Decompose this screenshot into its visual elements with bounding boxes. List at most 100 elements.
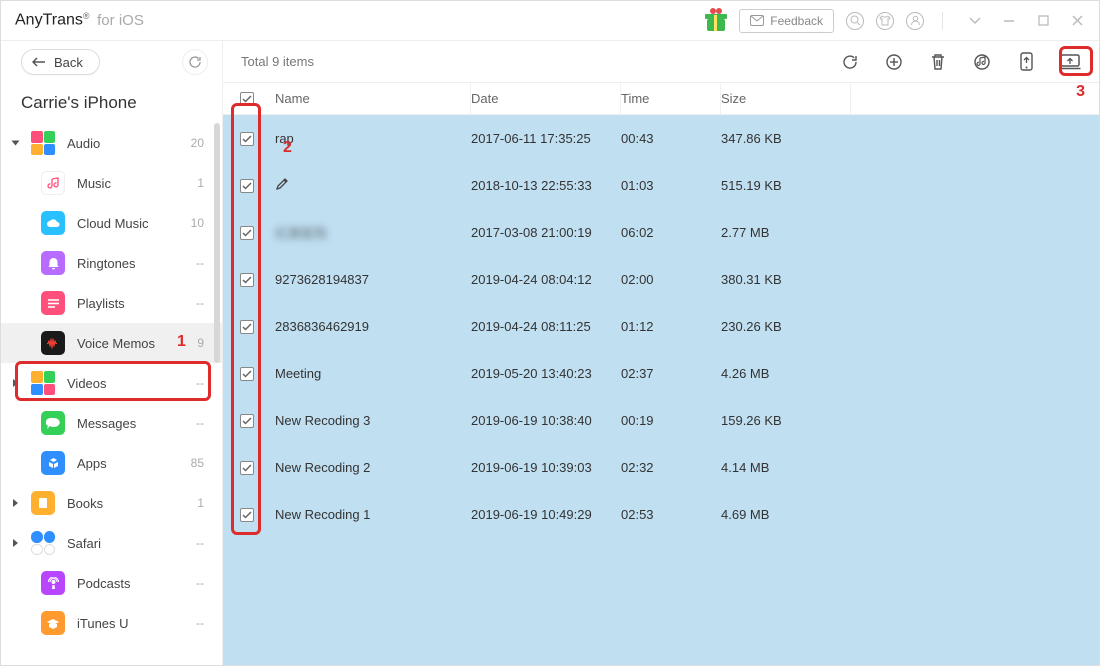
cell-time: 01:12 xyxy=(621,319,721,334)
cell-name: New Recoding 3 xyxy=(271,413,471,428)
to-device-icon[interactable] xyxy=(1015,51,1037,73)
cell-size: 159.26 KB xyxy=(721,413,851,428)
table-body: rap2017-06-11 17:35:2500:43347.86 KB2018… xyxy=(223,115,1099,665)
table-row[interactable]: New Recoding 32019-06-19 10:38:4000:1915… xyxy=(223,397,1099,444)
row-checkbox[interactable] xyxy=(240,508,254,522)
column-size: Size xyxy=(721,83,851,114)
sidebar-item-voice-memos[interactable]: Voice Memos 9 xyxy=(1,323,222,363)
refresh-icon[interactable] xyxy=(839,51,861,73)
select-all-checkbox[interactable] xyxy=(240,92,254,106)
cell-name xyxy=(271,178,471,194)
cell-date: 2019-06-19 10:49:29 xyxy=(471,507,621,522)
sidebar-tree: Audio 20 Music 1 Cloud Music xyxy=(1,123,222,665)
cell-size: 4.69 MB xyxy=(721,507,851,522)
sidebar-item-itunes-u[interactable]: iTunes U -- xyxy=(1,603,222,643)
gift-icon[interactable] xyxy=(705,10,727,32)
to-computer-icon[interactable] xyxy=(1059,51,1081,73)
cell-time: 06:02 xyxy=(621,225,721,240)
feedback-button[interactable]: Feedback xyxy=(739,9,834,33)
sidebar-item-ringtones[interactable]: Ringtones -- xyxy=(1,243,222,283)
sidebar-item-podcasts[interactable]: Podcasts -- xyxy=(1,563,222,603)
cell-name: 红旗医院 xyxy=(271,223,471,242)
shirt-icon[interactable] xyxy=(876,12,894,30)
cell-size: 515.19 KB xyxy=(721,178,851,193)
column-date: Date xyxy=(471,83,621,114)
table-header: Name Date Time Size xyxy=(223,83,1099,115)
cell-name: 9273628194837 xyxy=(271,272,471,287)
device-name: Carrie's iPhone xyxy=(1,83,222,123)
delete-icon[interactable] xyxy=(927,51,949,73)
playlist-icon xyxy=(41,291,65,315)
back-label: Back xyxy=(54,55,83,70)
sidebar: Back Carrie's iPhone Audio 20 xyxy=(1,41,223,665)
table-row[interactable]: New Recoding 12019-06-19 10:49:2902:534.… xyxy=(223,491,1099,538)
refresh-button[interactable] xyxy=(182,49,208,75)
row-checkbox[interactable] xyxy=(240,132,254,146)
table-row[interactable]: 92736281948372019-04-24 08:04:1202:00380… xyxy=(223,256,1099,303)
cell-name: 2836836462919 xyxy=(271,319,471,334)
cloud-icon xyxy=(41,211,65,235)
content-area: Total 9 items xyxy=(223,41,1099,665)
cell-date: 2019-06-19 10:38:40 xyxy=(471,413,621,428)
sidebar-item-playlists[interactable]: Playlists -- xyxy=(1,283,222,323)
table-row[interactable]: Meeting2019-05-20 13:40:2302:374.26 MB xyxy=(223,350,1099,397)
cell-name: Meeting xyxy=(271,366,471,381)
column-name: Name xyxy=(271,83,471,114)
pencil-icon xyxy=(275,179,288,194)
cell-size: 230.26 KB xyxy=(721,319,851,334)
sidebar-scrollbar[interactable] xyxy=(214,123,220,661)
row-checkbox[interactable] xyxy=(240,367,254,381)
user-icon[interactable] xyxy=(906,12,924,30)
safari-group-icon xyxy=(31,531,55,555)
cell-size: 4.14 MB xyxy=(721,460,851,475)
cell-name: rap xyxy=(271,131,471,146)
minimize-icon[interactable] xyxy=(1001,13,1017,29)
titlebar: AnyTrans® for iOS Feedback xyxy=(1,1,1099,41)
voice-memo-icon xyxy=(41,331,65,355)
sidebar-item-safari[interactable]: Safari -- xyxy=(1,523,222,563)
cell-size: 380.31 KB xyxy=(721,272,851,287)
search-icon[interactable] xyxy=(846,12,864,30)
table-row[interactable]: 2018-10-13 22:55:3301:03515.19 KB xyxy=(223,162,1099,209)
sidebar-item-cloud-music[interactable]: Cloud Music 10 xyxy=(1,203,222,243)
close-icon[interactable] xyxy=(1069,13,1085,29)
sidebar-item-music[interactable]: Music 1 xyxy=(1,163,222,203)
table-row[interactable]: 红旗医院2017-03-08 21:00:1906:022.77 MB xyxy=(223,209,1099,256)
cell-date: 2019-05-20 13:40:23 xyxy=(471,366,621,381)
table-row[interactable]: 28368364629192019-04-24 08:11:2501:12230… xyxy=(223,303,1099,350)
graduation-icon xyxy=(41,611,65,635)
app-brand: AnyTrans® for iOS xyxy=(15,11,144,29)
table-row[interactable]: New Recoding 22019-06-19 10:39:0302:324.… xyxy=(223,444,1099,491)
chevron-down-icon[interactable] xyxy=(967,13,983,29)
cell-time: 00:43 xyxy=(621,131,721,146)
music-icon xyxy=(41,171,65,195)
cell-time: 01:03 xyxy=(621,178,721,193)
podcast-icon xyxy=(41,571,65,595)
maximize-icon[interactable] xyxy=(1035,13,1051,29)
content-toolbar: Total 9 items xyxy=(223,41,1099,83)
back-button[interactable]: Back xyxy=(21,49,100,75)
sidebar-item-messages[interactable]: Messages -- xyxy=(1,403,222,443)
row-checkbox[interactable] xyxy=(240,273,254,287)
cell-date: 2017-06-11 17:35:25 xyxy=(471,131,621,146)
row-checkbox[interactable] xyxy=(240,179,254,193)
column-time: Time xyxy=(621,83,721,114)
videos-group-icon xyxy=(31,371,55,395)
row-checkbox[interactable] xyxy=(240,320,254,334)
add-icon[interactable] xyxy=(883,51,905,73)
to-itunes-icon[interactable] xyxy=(971,51,993,73)
apps-icon xyxy=(41,451,65,475)
cell-name: New Recoding 1 xyxy=(271,507,471,522)
cell-name: New Recoding 2 xyxy=(271,460,471,475)
cell-date: 2019-04-24 08:04:12 xyxy=(471,272,621,287)
sidebar-item-audio[interactable]: Audio 20 xyxy=(1,123,222,163)
sidebar-item-apps[interactable]: Apps 85 xyxy=(1,443,222,483)
table-row[interactable]: rap2017-06-11 17:35:2500:43347.86 KB xyxy=(223,115,1099,162)
sidebar-item-videos[interactable]: Videos -- xyxy=(1,363,222,403)
sidebar-item-books[interactable]: Books 1 xyxy=(1,483,222,523)
row-checkbox[interactable] xyxy=(240,414,254,428)
cell-time: 02:32 xyxy=(621,460,721,475)
row-checkbox[interactable] xyxy=(240,226,254,240)
row-checkbox[interactable] xyxy=(240,461,254,475)
cell-date: 2019-06-19 10:39:03 xyxy=(471,460,621,475)
